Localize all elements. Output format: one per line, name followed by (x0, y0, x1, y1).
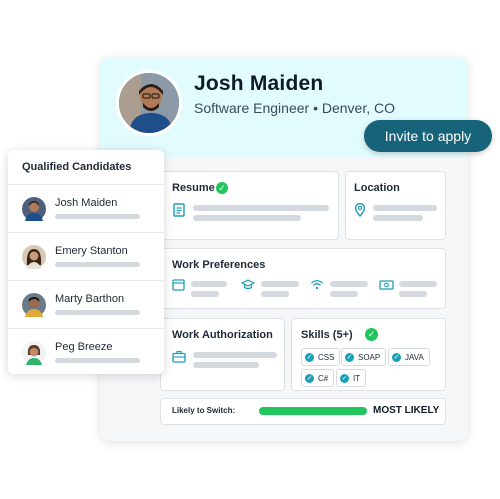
skill-chip[interactable]: ✓ IT (336, 369, 367, 387)
avatar (22, 245, 46, 269)
likely-to-switch-value: MOST LIKELY (373, 405, 440, 416)
map-pin-icon (354, 202, 366, 219)
candidate-row[interactable]: Marty Barthon (8, 281, 164, 329)
briefcase-icon (172, 350, 186, 365)
placeholder-line (330, 291, 358, 297)
work-authorization-title: Work Authorization (172, 329, 273, 341)
verified-check-icon: ✓ (216, 182, 228, 194)
placeholder-line (261, 281, 299, 287)
placeholder-line (399, 291, 427, 297)
work-preferences-section[interactable]: Work Preferences (160, 248, 446, 309)
resume-title: Resume (172, 182, 215, 194)
work-authorization-section[interactable]: Work Authorization (160, 318, 285, 391)
check-icon: ✓ (305, 373, 314, 383)
placeholder-line (191, 281, 227, 287)
candidates-title: Qualified Candidates (22, 161, 132, 173)
check-icon: ✓ (340, 373, 349, 383)
money-icon (379, 278, 394, 293)
graduation-cap-icon (240, 278, 256, 293)
candidate-row[interactable]: Josh Maiden (8, 185, 164, 233)
work-preferences-title: Work Preferences (172, 259, 266, 271)
candidate-name: Peg Breeze (55, 341, 113, 353)
skill-chip[interactable]: ✓ C# (301, 369, 335, 387)
skills-section[interactable]: Skills (5+) ✓ ✓ CSS ✓ SOAP ✓ JAVA ✓ C# ✓ IT (291, 318, 446, 391)
placeholder-line (191, 291, 219, 297)
placeholder-line (55, 358, 140, 363)
skill-chip[interactable]: ✓ JAVA (388, 348, 430, 366)
verified-check-icon: ✓ (365, 328, 378, 341)
placeholder-line (55, 262, 140, 267)
invite-to-apply-button[interactable]: Invite to apply (364, 120, 492, 152)
placeholder-line (55, 214, 140, 219)
candidate-name: Emery Stanton (55, 245, 128, 257)
skills-title: Skills (5+) (301, 329, 353, 341)
placeholder-line (193, 215, 301, 221)
placeholder-line (55, 310, 140, 315)
profile-avatar (116, 70, 182, 136)
qualified-candidates-panel: Qualified Candidates Josh Maiden Emery S… (8, 150, 164, 374)
avatar (22, 197, 46, 221)
candidates-header: Qualified Candidates (8, 150, 164, 185)
likely-to-switch-meter (259, 407, 367, 415)
document-icon (172, 203, 186, 219)
placeholder-line (193, 205, 329, 211)
likely-to-switch-section: Likely to Switch: MOST LIKELY (160, 398, 446, 425)
avatar (22, 293, 46, 317)
check-icon: ✓ (305, 352, 314, 362)
skill-chip[interactable]: ✓ SOAP (341, 348, 387, 366)
placeholder-line (373, 205, 437, 211)
location-title: Location (354, 182, 400, 194)
resume-section[interactable]: Resume ✓ (160, 171, 339, 240)
candidate-row[interactable]: Emery Stanton (8, 233, 164, 281)
check-icon: ✓ (345, 352, 354, 362)
placeholder-line (330, 281, 368, 287)
avatar (22, 341, 46, 365)
placeholder-line (399, 281, 437, 287)
placeholder-line (261, 291, 289, 297)
placeholder-line (193, 352, 277, 358)
placeholder-line (193, 362, 259, 368)
profile-subtitle: Software Engineer • Denver, CO (194, 100, 395, 116)
check-icon: ✓ (392, 352, 401, 362)
profile-name: Josh Maiden (194, 72, 324, 95)
candidate-name: Marty Barthon (55, 293, 125, 305)
location-section[interactable]: Location (345, 171, 446, 240)
candidate-name: Josh Maiden (55, 197, 118, 209)
likely-to-switch-label: Likely to Switch: (172, 406, 236, 415)
skill-chip[interactable]: ✓ CSS (301, 348, 341, 366)
candidate-row[interactable]: Peg Breeze (8, 329, 164, 374)
calendar-icon (172, 278, 185, 293)
placeholder-line (373, 215, 423, 221)
wifi-icon (310, 278, 324, 293)
